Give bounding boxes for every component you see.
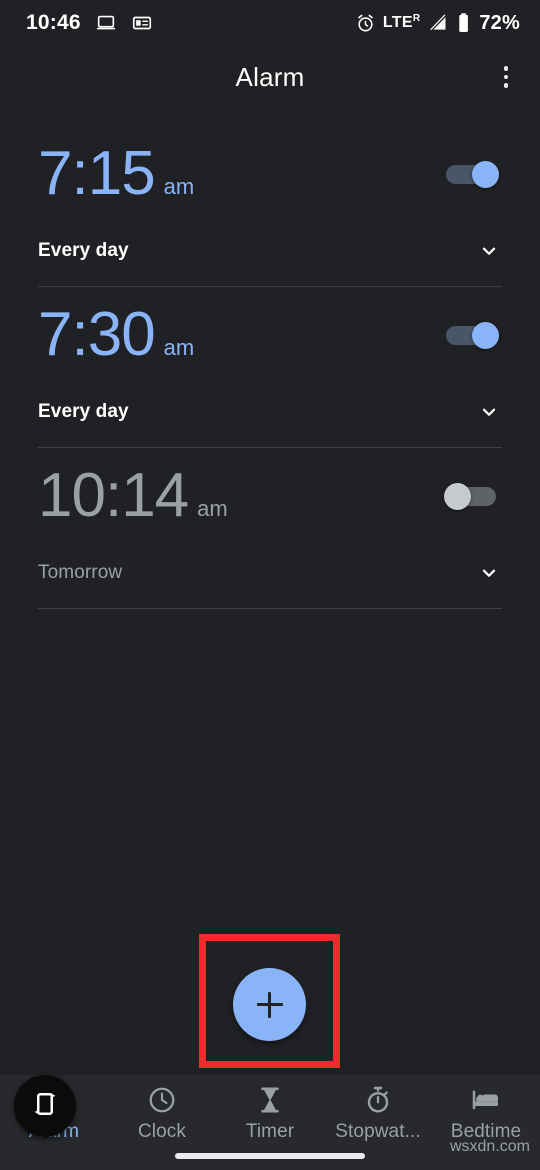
overflow-dot (503, 66, 509, 71)
alarm-item[interactable]: 7:15 am Every day (0, 126, 540, 287)
screen-rotate-icon (30, 1089, 60, 1124)
toggle-thumb (472, 322, 499, 349)
alarm-time-value: 10:14 (38, 461, 189, 530)
alarm-time-value: 7:15 (38, 139, 156, 208)
battery-percent: 72% (479, 11, 520, 34)
nav-item-timer[interactable]: Timer (216, 1085, 324, 1143)
alarm-time[interactable]: 10:14 am (38, 465, 228, 527)
hourglass-icon (255, 1085, 285, 1115)
alarm-repeat-row: Tomorrow (38, 544, 502, 602)
status-bar-left: 10:46 (26, 11, 153, 35)
alarm-time-row: 10:14 am (38, 448, 502, 544)
alarm-time[interactable]: 7:15 am (38, 143, 194, 205)
status-bar: 10:46 LTE R 72% (0, 0, 540, 46)
alarm-toggle[interactable] (444, 322, 502, 349)
alarm-repeat-label: Every day (38, 240, 129, 261)
alarm-repeat-label: Tomorrow (38, 562, 123, 583)
roaming-indicator: R (412, 13, 421, 24)
chevron-down-icon[interactable] (476, 560, 502, 586)
nav-label-timer: Timer (245, 1121, 295, 1142)
status-bar-right: LTE R 72% (355, 12, 520, 35)
gesture-navigation-bar[interactable] (175, 1153, 365, 1159)
plus-icon (268, 991, 271, 1018)
alarm-meridiem: am (163, 335, 195, 360)
clock-icon (147, 1085, 177, 1115)
alarm-toggle[interactable] (444, 161, 502, 188)
nav-item-bedtime[interactable]: Bedtime (432, 1085, 540, 1143)
chevron-down-icon[interactable] (476, 238, 502, 264)
alarm-repeat-row: Every day (38, 383, 502, 441)
alarm-item[interactable]: 10:14 am Tomorrow (0, 448, 540, 609)
nav-item-clock[interactable]: Clock (108, 1085, 216, 1143)
stopwatch-icon (363, 1085, 393, 1115)
alarm-repeat-label: Every day (38, 401, 129, 422)
battery-icon (456, 12, 471, 34)
list-divider (38, 608, 502, 609)
overflow-dot (503, 74, 509, 80)
alarm-list: 7:15 am Every day 7:30 am Every day 10:1… (0, 108, 540, 609)
status-bar-clock: 10:46 (26, 11, 81, 34)
news-card-icon (131, 12, 153, 34)
alarm-repeat-row: Every day (38, 222, 502, 280)
alarm-time-row: 7:30 am (38, 287, 502, 383)
fab-area (0, 934, 540, 1068)
alarm-meridiem: am (197, 496, 228, 521)
alarm-meridiem: am (163, 174, 195, 199)
page-title: Alarm (235, 61, 305, 92)
nav-label-clock: Clock (137, 1121, 186, 1142)
alarm-toggle[interactable] (444, 483, 502, 510)
laptop-icon (95, 12, 117, 34)
signal-icon (427, 13, 449, 33)
alarm-time[interactable]: 7:30 am (38, 304, 194, 366)
screen-rotate-button[interactable] (14, 1075, 76, 1137)
alarm-icon (355, 13, 376, 34)
toggle-thumb (472, 161, 499, 188)
app-bar: Alarm (0, 46, 540, 108)
overflow-dot (503, 83, 509, 88)
chevron-down-icon[interactable] (476, 399, 502, 425)
toggle-thumb (444, 483, 471, 510)
overflow-menu-icon[interactable] (489, 60, 523, 94)
alarm-time-value: 7:30 (38, 300, 156, 369)
alarm-item[interactable]: 7:30 am Every day (0, 287, 540, 448)
bed-icon (471, 1085, 501, 1115)
network-type-label: LTE R (382, 13, 421, 32)
nav-item-stopwatch[interactable]: Stopwat... (324, 1085, 432, 1143)
add-alarm-button[interactable] (233, 968, 306, 1041)
nav-label-stopwatch: Stopwat... (335, 1121, 421, 1142)
watermark: wsxdn.com (449, 1138, 530, 1155)
alarm-time-row: 7:15 am (38, 126, 502, 222)
